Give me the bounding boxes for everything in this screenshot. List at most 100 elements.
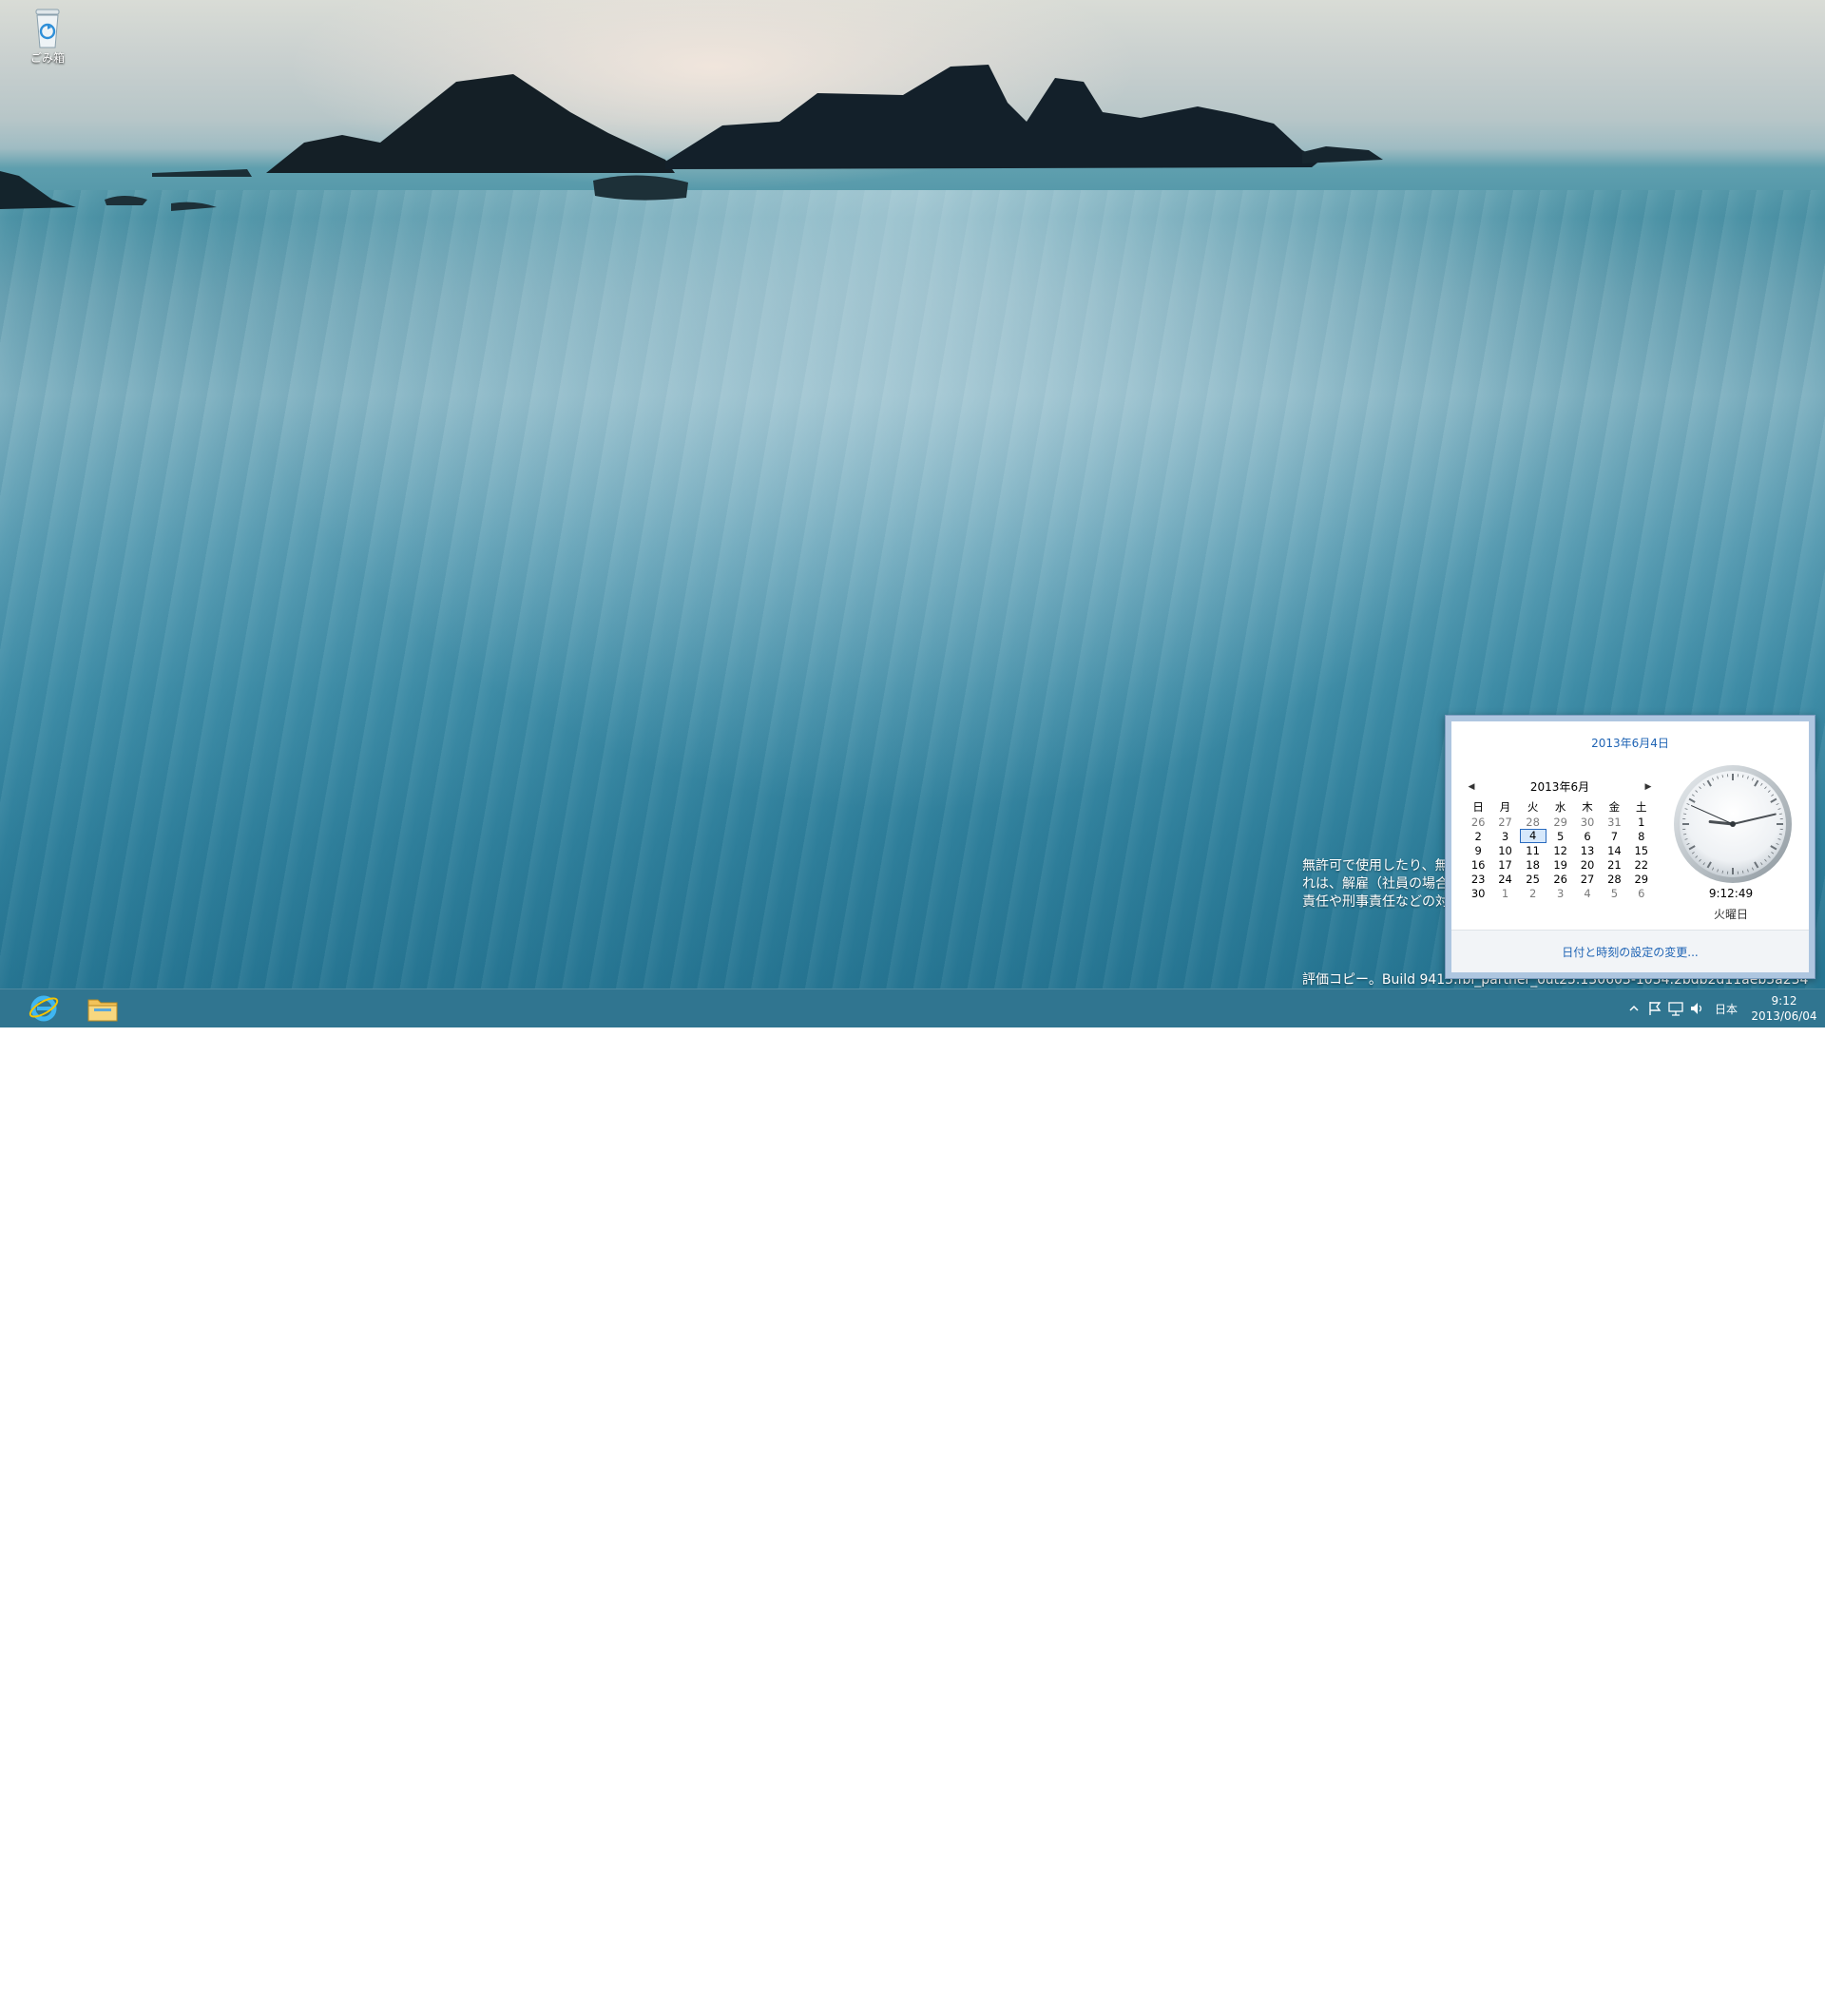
calendar-day-cell[interactable]: 6 [1628, 886, 1655, 900]
tray-action-center[interactable] [1644, 989, 1665, 1027]
calendar-day-cell[interactable]: 4 [1574, 886, 1601, 900]
calendar-day-cell[interactable]: 8 [1628, 829, 1655, 843]
calendar-week-row: 2 345678 [1465, 829, 1655, 843]
calendar-day-number: 5 [1611, 887, 1618, 900]
calendar-day-cell[interactable]: 20 [1574, 857, 1601, 872]
desktop-icon-recycle-bin[interactable]: ごみ箱 [21, 6, 74, 66]
flyout-footer: 日付と時刻の設定の変更... [1451, 930, 1809, 972]
tray-volume[interactable] [1686, 989, 1707, 1027]
calendar-day-cell[interactable]: 25 [1519, 872, 1547, 886]
calendar-month-label[interactable]: 2013年6月 [1530, 780, 1589, 794]
calendar-prev-button[interactable]: ◀ [1465, 780, 1478, 794]
calendar-weekday-header: 金 [1601, 799, 1627, 815]
calendar-day-number: 2 [1475, 830, 1482, 843]
calendar-grid: 日月火水木金土 26272829303112345678910111213141… [1465, 799, 1655, 900]
calendar-day-cell[interactable]: 2 [1465, 829, 1491, 843]
calendar-day-cell[interactable]: 27 [1491, 815, 1518, 829]
watermark-line: 責任や刑事責任などの対 [1302, 893, 1449, 912]
calendar-day-cell[interactable]: 5 [1547, 829, 1574, 843]
network-icon [1668, 1001, 1683, 1016]
calendar-day-cell[interactable]: 19 [1547, 857, 1574, 872]
calendar-day-number: 3 [1502, 830, 1508, 843]
calendar-day-cell[interactable]: 28 [1601, 872, 1627, 886]
calendar-day-number: 6 [1638, 887, 1644, 900]
speaker-icon [1689, 1001, 1704, 1016]
calendar-day-cell[interactable]: 24 [1491, 872, 1518, 886]
calendar-day-cell[interactable]: 9 [1465, 843, 1491, 857]
calendar-day-number: 3 [1557, 887, 1564, 900]
recycle-bin-icon [29, 6, 67, 49]
calendar-day-cell[interactable]: 2 [1519, 886, 1547, 900]
calendar-day-cell[interactable]: 3 [1547, 886, 1574, 900]
calendar-day-cell[interactable]: 6 [1574, 829, 1601, 843]
calendar-day-cell[interactable]: 31 [1601, 815, 1627, 829]
calendar-day-number: 17 [1498, 858, 1512, 872]
calendar-day-cell[interactable]: 1 [1628, 815, 1655, 829]
calendar-day-cell[interactable]: 5 [1601, 886, 1627, 900]
tray-clock[interactable]: 9:12 2013/06/04 [1745, 993, 1825, 1024]
calendar-day-cell[interactable]: 23 [1465, 872, 1491, 886]
analog-clock [1672, 763, 1794, 885]
calendar-day-number: 1 [1502, 887, 1508, 900]
clock-center [1730, 821, 1736, 827]
calendar-day-cell[interactable]: 18 [1519, 857, 1547, 872]
calendar-day-cell[interactable]: 30 [1465, 886, 1491, 900]
tray-show-hidden[interactable] [1623, 989, 1644, 1027]
calendar-day-cell[interactable]: 3 [1491, 829, 1518, 843]
calendar-day-cell[interactable]: 4 [1519, 829, 1547, 843]
calendar-weekday-row: 日月火水木金土 [1465, 799, 1655, 815]
calendar-day-cell[interactable]: 26 [1465, 815, 1491, 829]
calendar-day-number: 22 [1634, 858, 1648, 872]
calendar-day-cell[interactable]: 10 [1491, 843, 1518, 857]
calendar-day-number: 25 [1526, 873, 1540, 886]
calendar-day-cell[interactable]: 26 [1547, 872, 1574, 886]
change-date-time-settings-link[interactable]: 日付と時刻の設定の変更... [1562, 944, 1698, 960]
calendar-week-row: 23 24 25 26 27 28 29 [1465, 872, 1655, 886]
calendar-header: ◀ 2013年6月 ▶ [1465, 778, 1655, 796]
calendar-day-cell[interactable]: 28 [1519, 815, 1547, 829]
calendar-day-number: 6 [1584, 830, 1590, 843]
calendar-day-cell[interactable]: 30 [1574, 815, 1601, 829]
calendar-day-number: 19 [1553, 858, 1567, 872]
month-calendar: ◀ 2013年6月 ▶ 日月火水木金土 26272829303112345678… [1465, 778, 1655, 900]
calendar-weekday-header: 水 [1547, 799, 1574, 815]
tray-network[interactable] [1665, 989, 1686, 1027]
calendar-day-cell[interactable]: 22 [1628, 857, 1655, 872]
clock-flyout: 2013年6月4日 ◀ 2013年6月 ▶ 日月火水木金土 2627282930… [1445, 715, 1815, 979]
calendar-day-number: 28 [1607, 873, 1622, 886]
calendar-day-cell[interactable]: 1 [1491, 886, 1518, 900]
calendar-day-cell[interactable]: 29 [1547, 815, 1574, 829]
calendar-day-number: 4 [1520, 829, 1546, 843]
calendar-day-cell[interactable]: 12 [1547, 843, 1574, 857]
tray-ime-indicator[interactable]: 日本 [1707, 1001, 1745, 1017]
taskbar-internet-explorer[interactable] [17, 991, 70, 1026]
calendar-day-cell[interactable]: 16 [1465, 857, 1491, 872]
calendar-day-number: 4 [1584, 887, 1590, 900]
calendar-day-cell[interactable]: 27 [1574, 872, 1601, 886]
calendar-day-cell[interactable]: 29 [1628, 872, 1655, 886]
taskbar-file-explorer[interactable] [76, 991, 129, 1026]
calendar-body: 2627282930311234567891011121314151617181… [1465, 815, 1655, 900]
calendar-day-cell[interactable]: 21 [1601, 857, 1627, 872]
calendar-week-row: 30 123 4 5 6 [1465, 886, 1655, 900]
calendar-next-button[interactable]: ▶ [1642, 780, 1655, 794]
calendar-day-number: 15 [1634, 844, 1648, 857]
calendar-day-cell[interactable]: 11 [1519, 843, 1547, 857]
calendar-day-number: 27 [1581, 873, 1595, 886]
calendar-day-cell[interactable]: 17 [1491, 857, 1518, 872]
chevron-up-icon [1628, 1003, 1640, 1014]
calendar-day-number: 24 [1498, 873, 1512, 886]
calendar-day-cell[interactable]: 7 [1601, 829, 1627, 843]
internet-explorer-icon [28, 992, 60, 1025]
calendar-day-number: 23 [1471, 873, 1486, 886]
flyout-long-date[interactable]: 2013年6月4日 [1451, 735, 1809, 751]
calendar-day-cell[interactable]: 13 [1574, 843, 1601, 857]
calendar-day-cell[interactable]: 14 [1601, 843, 1627, 857]
calendar-day-number: 18 [1526, 858, 1540, 872]
calendar-day-number: 30 [1471, 887, 1486, 900]
calendar-day-cell[interactable]: 15 [1628, 843, 1655, 857]
watermark-line: 無許可で使用したり、無 [1302, 857, 1449, 875]
calendar-day-number: 27 [1498, 816, 1512, 829]
calendar-day-number: 26 [1471, 816, 1486, 829]
calendar-day-number: 14 [1607, 844, 1622, 857]
